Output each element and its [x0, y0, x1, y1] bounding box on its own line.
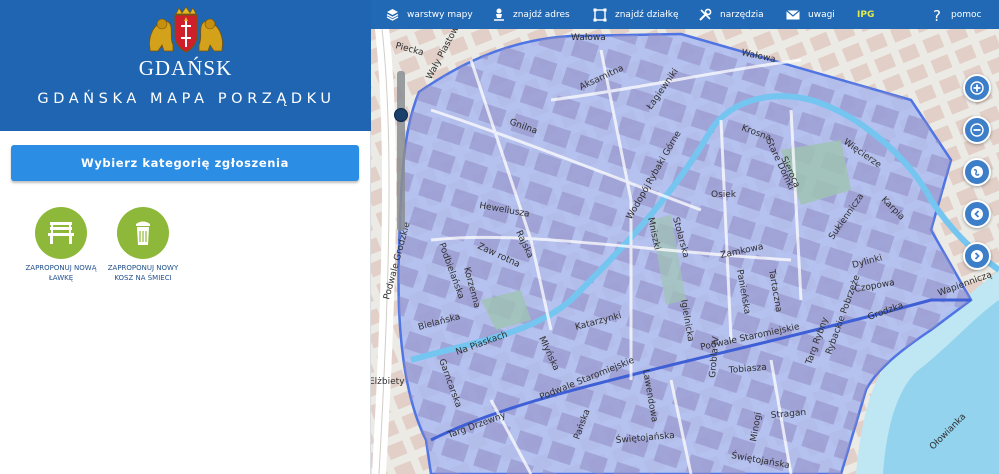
- zoom-slider-handle[interactable]: [394, 108, 408, 122]
- map-toolbar: warstwy mapy znajdź adres znajdź działkę…: [371, 0, 999, 29]
- question-icon: ?: [933, 8, 941, 22]
- svg-text:Osiek: Osiek: [711, 190, 737, 200]
- svg-text:?: ?: [933, 8, 941, 22]
- propose-trash-bin-label: ZAPROPONUJ NOWY KOSZ NA ŚMIECI: [102, 264, 184, 283]
- trash-bin-icon: [117, 207, 169, 259]
- zoom-slider[interactable]: [394, 71, 408, 231]
- globe-icon: [971, 166, 983, 178]
- full-extent-button[interactable]: [963, 158, 991, 186]
- city-name: GDAŃSK: [138, 56, 233, 80]
- svg-text:Elżbiety: Elżbiety: [371, 377, 405, 387]
- bench-icon: [35, 207, 87, 259]
- propose-bench-label-line2: ŁAWKĘ: [48, 273, 74, 282]
- app-title: GDAŃSKA MAPA PORZĄDKU: [37, 91, 336, 107]
- map-layers-button[interactable]: warstwy mapy: [386, 0, 473, 29]
- zoom-out-button[interactable]: [963, 116, 991, 144]
- person-pin-icon: [494, 8, 504, 21]
- next-extent-button[interactable]: [963, 242, 991, 270]
- previous-extent-button[interactable]: [963, 200, 991, 228]
- plot-frame-icon: [593, 8, 607, 21]
- svg-text:Wałowa: Wałowa: [571, 33, 606, 43]
- zoom-slider-track[interactable]: [397, 71, 405, 231]
- choose-category-button[interactable]: Wybierz kategorię zgłoszenia: [11, 145, 359, 181]
- ipg-label: IPG: [857, 9, 875, 20]
- propose-trash-bin-label-line1: ZAPROPONUJ NOWY: [107, 264, 179, 272]
- brand-header: GDAŃSK GDAŃSKA MAPA PORZĄDKU: [0, 0, 371, 131]
- propose-bench-button[interactable]: ZAPROPONUJ NOWĄ ŁAWKĘ: [20, 207, 102, 283]
- chevron-right-icon: [971, 250, 983, 262]
- map-canvas[interactable]: Wałowa Wałowa Wały Piastowskie Aksamitna…: [371, 0, 999, 474]
- map-layers-label: warstwy mapy: [407, 9, 473, 20]
- zoom-out-icon: [970, 123, 984, 137]
- coat-of-arms-logo: [149, 6, 223, 53]
- zoom-in-icon: [970, 81, 984, 95]
- envelope-icon: [786, 9, 800, 19]
- chevron-left-icon: [971, 208, 983, 220]
- tools-button[interactable]: narzędzia: [698, 0, 764, 29]
- find-address-label: znajdź adres: [513, 9, 570, 20]
- tools-icon: [699, 8, 712, 21]
- propose-trash-bin-button[interactable]: ZAPROPONUJ NOWY KOSZ NA ŚMIECI: [102, 207, 184, 283]
- feedback-button[interactable]: uwagi: [786, 0, 835, 29]
- find-plot-button[interactable]: znajdź działkę: [593, 0, 679, 29]
- find-plot-label: znajdź działkę: [615, 9, 679, 20]
- layers-icon: [386, 9, 399, 21]
- zoom-in-button[interactable]: [963, 74, 991, 102]
- find-address-button[interactable]: znajdź adres: [493, 0, 570, 29]
- propose-trash-bin-label-line2: KOSZ NA ŚMIECI: [114, 273, 172, 282]
- help-label: pomoc: [951, 9, 982, 20]
- propose-bench-label-line1: ZAPROPONUJ NOWĄ: [25, 264, 97, 272]
- propose-bench-label: ZAPROPONUJ NOWĄ ŁAWKĘ: [20, 264, 102, 283]
- ipg-link[interactable]: IPG: [857, 0, 874, 29]
- side-panel: GDAŃSK GDAŃSKA MAPA PORZĄDKU Wybierz kat…: [0, 0, 371, 474]
- feedback-label: uwagi: [808, 9, 835, 20]
- tools-label: narzędzia: [720, 9, 764, 20]
- map-view[interactable]: Wałowa Wałowa Wały Piastowskie Aksamitna…: [371, 0, 999, 474]
- help-button[interactable]: ? pomoc: [933, 0, 981, 29]
